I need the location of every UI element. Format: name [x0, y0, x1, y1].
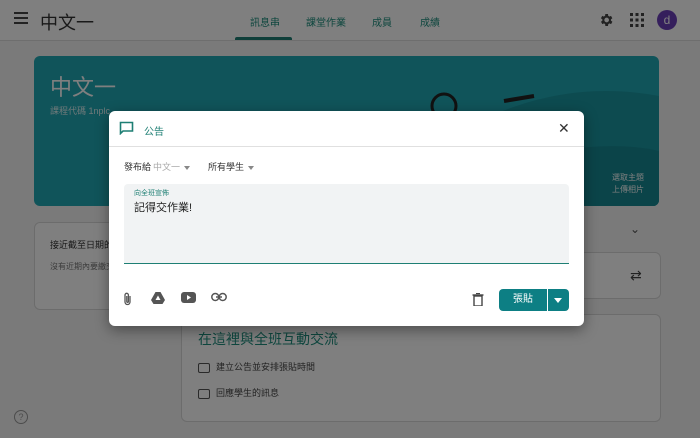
- dialog-divider: [109, 146, 584, 147]
- class-select[interactable]: 中文一: [153, 160, 191, 173]
- post-options-button[interactable]: [548, 289, 569, 311]
- students-select-value: 所有學生: [208, 162, 245, 172]
- close-icon[interactable]: ✕: [558, 120, 570, 137]
- students-select[interactable]: 所有學生: [208, 160, 255, 173]
- trash-icon[interactable]: [472, 293, 484, 306]
- post-to-label: 發布給: [124, 162, 152, 172]
- dropdown-arrow-icon: [184, 165, 191, 170]
- announcement-input-value[interactable]: 記得交作業!: [134, 199, 192, 215]
- google-drive-icon[interactable]: [151, 292, 165, 304]
- dropdown-arrow-icon: [554, 298, 562, 303]
- announcement-input-label: 向全班宣佈: [134, 190, 169, 197]
- attach-icon[interactable]: [123, 292, 133, 306]
- youtube-icon[interactable]: [181, 292, 196, 303]
- announcement-icon: [119, 121, 134, 135]
- dialog-title: 公告: [144, 127, 164, 138]
- announcement-input[interactable]: [124, 184, 569, 264]
- post-button[interactable]: 張貼: [499, 289, 547, 311]
- dropdown-arrow-icon: [248, 165, 255, 170]
- link-icon[interactable]: [211, 292, 227, 302]
- class-select-value: 中文一: [153, 162, 181, 172]
